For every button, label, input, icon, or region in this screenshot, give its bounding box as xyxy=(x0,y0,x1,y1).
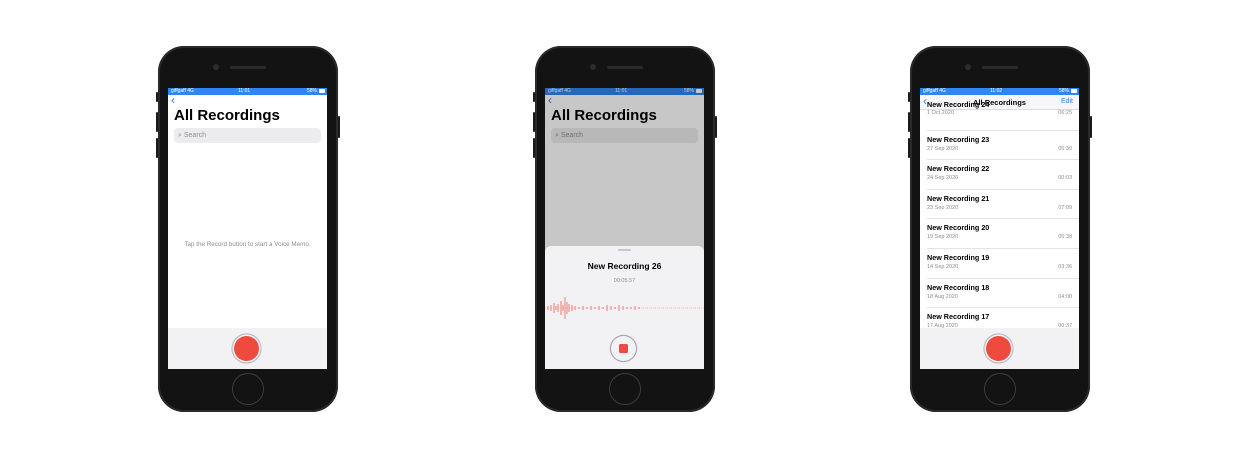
home-button[interactable] xyxy=(609,373,641,405)
recording-duration: 03:36 xyxy=(1058,263,1072,270)
speaker xyxy=(230,66,266,69)
camera xyxy=(590,64,596,70)
list-item[interactable]: New Recording 24 1 Oct 2020 06:25 xyxy=(927,100,1079,131)
screen-recordings-list: giffgaff 4G 11:02 58% ‹ All Recordings E… xyxy=(920,88,1079,369)
screen-recording: giffgaff 4G 11:01 58% ‹ All Recordings ⌕… xyxy=(545,88,704,369)
status-time: 11:02 xyxy=(990,88,1003,94)
recording-title: New Recording 26 xyxy=(587,261,662,271)
recording-date: 24 Sep 2020 xyxy=(927,175,959,182)
battery-icon xyxy=(1071,89,1077,93)
record-button[interactable] xyxy=(234,336,259,361)
recording-name: New Recording 19 xyxy=(927,252,990,262)
speaker xyxy=(607,66,643,69)
list-item[interactable]: New Recording 20 19 Sep 2020 05:38 xyxy=(927,219,1079,249)
battery-icon xyxy=(319,89,325,93)
recording-name: New Recording 20 xyxy=(927,223,990,233)
empty-state-message: Tap the Record button to start a Voice M… xyxy=(184,241,311,248)
recording-name: New Recording 21 xyxy=(927,193,990,203)
recording-duration: 04:00 xyxy=(1058,293,1072,300)
status-time: 11:01 xyxy=(238,88,251,94)
camera xyxy=(965,64,971,70)
recording-name: New Recording 23 xyxy=(927,134,990,144)
waveform xyxy=(545,297,704,319)
search-placeholder: Search xyxy=(183,132,207,139)
recording-date: 18 Aug 2020 xyxy=(927,293,958,300)
recording-duration: 07:09 xyxy=(1058,204,1072,211)
list-item[interactable]: New Recording 19 14 Sep 2020 03:36 xyxy=(927,249,1079,279)
record-toolbar xyxy=(168,328,327,369)
phone-3: giffgaff 4G 11:02 58% ‹ All Recordings E… xyxy=(908,46,1092,412)
search-input[interactable]: ⌕ Search xyxy=(174,128,321,143)
battery-label: 58% xyxy=(1058,88,1069,94)
status-bar: giffgaff 4G 11:01 58% xyxy=(168,88,327,95)
recording-duration: 06:25 xyxy=(1058,110,1072,116)
recording-name: New Recording 17 xyxy=(927,312,990,322)
recording-sheet: New Recording 26 00:05.57 xyxy=(545,246,704,369)
recording-date: 23 Sep 2020 xyxy=(927,204,959,211)
list-item[interactable]: New Recording 23 27 Sep 2020 05:30 xyxy=(927,131,1079,161)
record-toolbar xyxy=(920,328,1079,369)
recording-duration: 05:30 xyxy=(1058,145,1072,152)
home-button[interactable] xyxy=(984,373,1016,405)
carrier-label: giffgaff 4G xyxy=(171,88,194,94)
recording-date: 27 Sep 2020 xyxy=(927,145,959,152)
list-item[interactable]: New Recording 18 18 Aug 2020 04:00 xyxy=(927,279,1079,309)
recording-timer: 00:05.57 xyxy=(613,278,636,284)
battery-label: 58% xyxy=(306,88,317,94)
page-title: All Recordings xyxy=(174,107,280,124)
phone-1: giffgaff 4G 11:01 58% ‹ All Recordings ⌕… xyxy=(156,46,340,412)
camera xyxy=(213,64,219,70)
recording-duration: 00:03 xyxy=(1058,175,1072,182)
recording-date: 1 Oct 2020 xyxy=(927,110,954,116)
chevron-left-icon[interactable]: ‹ xyxy=(168,94,327,106)
recordings-list: New Recording 24 1 Oct 2020 06:25 New Re… xyxy=(920,100,1079,338)
recording-duration: 05:38 xyxy=(1058,234,1072,241)
stop-icon xyxy=(619,344,628,353)
recording-name: New Recording 24 xyxy=(927,100,990,109)
recording-name: New Recording 22 xyxy=(927,164,990,174)
recording-name: New Recording 18 xyxy=(927,282,990,292)
speaker xyxy=(982,66,1018,69)
list-item[interactable]: New Recording 22 24 Sep 2020 00:03 xyxy=(927,160,1079,190)
home-button[interactable] xyxy=(232,373,264,405)
sheet-grabber[interactable] xyxy=(618,249,631,251)
list-item[interactable]: New Recording 21 23 Sep 2020 07:09 xyxy=(927,190,1079,220)
search-icon: ⌕ xyxy=(178,132,182,139)
stop-button[interactable] xyxy=(611,336,636,361)
status-bar: giffgaff 4G 11:02 58% xyxy=(920,88,1079,95)
record-button[interactable] xyxy=(986,336,1011,361)
recording-date: 14 Sep 2020 xyxy=(927,263,959,270)
phone-2: giffgaff 4G 11:01 58% ‹ All Recordings ⌕… xyxy=(533,46,717,412)
screen-empty-state: giffgaff 4G 11:01 58% ‹ All Recordings ⌕… xyxy=(168,88,327,369)
recording-date: 19 Sep 2020 xyxy=(927,234,959,241)
